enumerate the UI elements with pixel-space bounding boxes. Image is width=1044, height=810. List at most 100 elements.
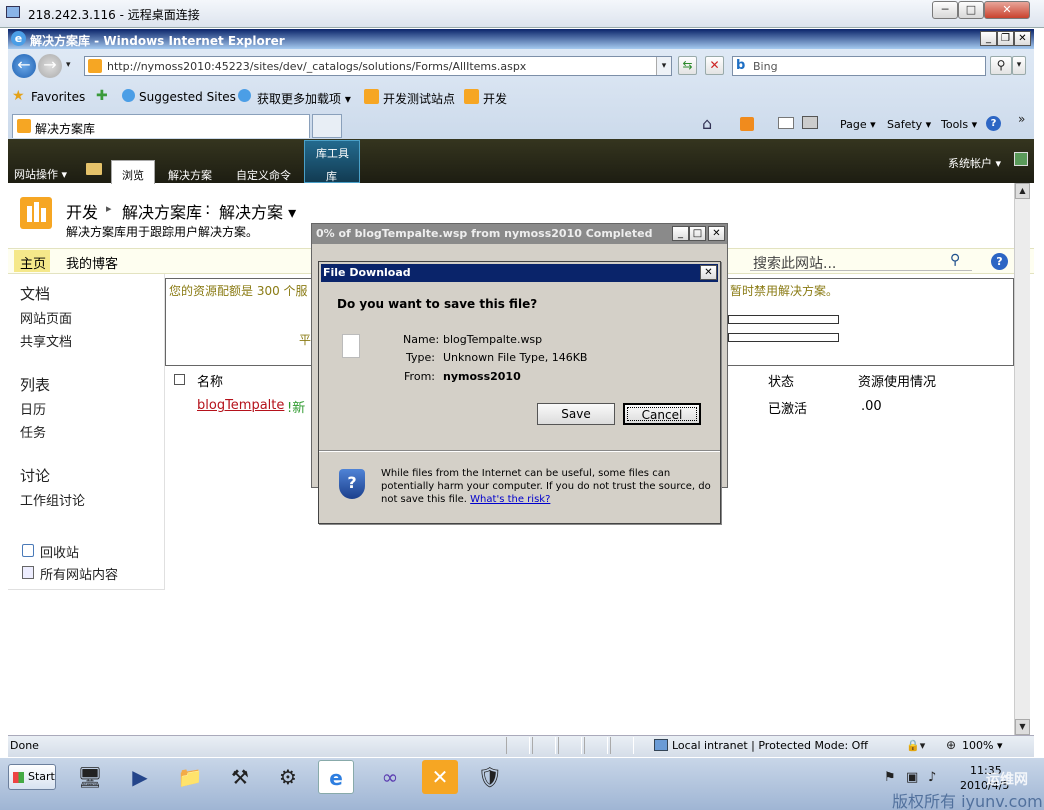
left-calendar[interactable]: 日历 [20,399,46,418]
back-button[interactable]: ← [12,54,36,78]
tools-menu[interactable]: Tools ▾ [941,118,977,131]
fav-get-addons[interactable]: 获取更多加载项 ▾ [257,90,351,107]
help-icon[interactable]: ? [986,116,1001,131]
view-selector[interactable]: 解决方案 ▾ [219,199,296,223]
chevron-more-icon[interactable]: » [1018,112,1025,126]
forward-button[interactable]: → [38,54,62,78]
safety-menu[interactable]: Safety ▾ [887,118,931,131]
status-seg-3 [558,737,582,754]
visual-studio-icon[interactable]: ∞ [372,760,408,794]
col-status[interactable]: 状态 [768,371,794,390]
sp-search-icon[interactable]: ⚲ [950,252,960,268]
left-discussions-head[interactable]: 讨论 [20,465,50,486]
explorer-folder-icon[interactable]: 📁 [172,760,208,794]
progress-maximize-button[interactable]: □ [689,226,706,241]
server-manager-icon[interactable]: 🖥 [72,760,108,794]
tab-solutions[interactable]: 解决方案 [168,167,212,183]
services-gear-icon[interactable]: ⚙ [270,760,306,794]
status-zoom[interactable]: 100% ▾ [962,739,1002,752]
feeds-icon[interactable] [740,117,754,131]
whats-the-risk-link[interactable]: What's the risk? [470,494,550,505]
rdp-minimize-button[interactable]: ─ [932,1,958,19]
status-done: Done [10,739,39,752]
row-solution-link[interactable]: blogTempalte [197,398,284,413]
breadcrumb-library[interactable]: 解决方案库 [122,199,202,223]
search-icon[interactable]: ⚲ [990,56,1012,75]
address-bar[interactable]: http://nymoss2010:45223/sites/dev/_catal… [84,56,672,76]
file-dialog-close-button[interactable]: ✕ [700,265,717,280]
left-site-pages[interactable]: 网站页面 [20,308,72,327]
progress-close-button[interactable]: ✕ [708,226,725,241]
ie-close-button[interactable]: ✕ [1014,31,1031,46]
tray-flag-icon[interactable]: ⚑ [884,770,896,785]
rdp-close-button[interactable]: ✕ [984,1,1030,19]
col-usage[interactable]: 资源使用情况 [858,371,936,390]
stop-button[interactable]: ✕ [705,56,724,75]
scroll-up-button[interactable]: ▲ [1015,183,1030,199]
topnav-home[interactable]: 主页 [14,250,50,272]
status-zone[interactable]: Local intranet | Protected Mode: Off [672,739,868,752]
vertical-scrollbar[interactable]: ▲ ▼ [1014,183,1030,735]
powershell-icon[interactable]: ▶ [122,760,158,794]
scroll-down-button[interactable]: ▼ [1015,719,1030,735]
ie-taskbar-icon[interactable]: e [318,760,354,794]
left-team-discussion[interactable]: 工作组讨论 [20,490,85,509]
favorites-button[interactable]: Favorites [31,90,85,104]
home-icon[interactable]: ⌂ [702,114,712,133]
left-lists-head[interactable]: 列表 [20,374,50,395]
quota-bar-1 [728,315,839,324]
tab-browse-label: 浏览 [122,169,144,182]
tray-network-icon[interactable]: ▣ [906,770,918,785]
read-mail-icon[interactable] [778,117,794,129]
library-tools-group: 库工具 库 [304,140,360,183]
tray-speaker-icon[interactable]: ♪ [928,770,936,785]
select-all-checkbox[interactable] [174,374,185,385]
col-name[interactable]: 名称 [197,371,223,390]
search-bar[interactable]: b Bing [732,56,986,76]
refresh-button[interactable]: ⇆ [678,56,697,75]
sp-search-box[interactable]: 搜索此网站... ⚲ [750,251,972,272]
cancel-button[interactable]: Cancel [623,403,701,425]
add-favorites-icon[interactable]: ✚ [96,88,108,104]
watermark-line: 版权所有 iyunv.com [892,792,1043,810]
tab-library[interactable]: 库 [326,168,337,184]
left-shared-docs[interactable]: 共享文档 [20,331,72,350]
fav-dev-test-site[interactable]: 开发测试站点 [383,90,455,107]
tab-browse[interactable]: 浏览 [111,160,155,184]
status-seg-4 [584,737,608,754]
left-all-site-content[interactable]: 所有网站内容 [40,564,118,583]
fav-suggested-sites[interactable]: Suggested Sites ▾ [139,90,246,104]
quota-bar-2 [728,333,839,342]
left-recycle-bin[interactable]: 回收站 [40,542,79,561]
nav-dropdown-icon[interactable]: ▾ [66,60,71,70]
sp-central-admin-icon[interactable]: 🛡 [472,760,508,794]
sp-help-icon[interactable]: ? [991,253,1008,270]
search-options-icon[interactable]: ▾ [1012,56,1026,75]
tab-favicon-icon [17,119,31,133]
print-icon[interactable] [802,116,818,129]
address-dropdown-icon[interactable]: ▾ [656,57,671,75]
navigate-up-icon[interactable] [86,163,102,175]
left-tasks[interactable]: 任务 [20,422,46,441]
save-button[interactable]: Save [537,403,615,425]
ie-tab[interactable]: 解决方案库 [12,114,310,138]
ie-minimize-button[interactable]: _ [980,31,997,46]
protected-mode-icon[interactable]: 🔒▾ [906,739,925,752]
quota-text: 您的资源配额是 300 个服 [169,284,308,298]
rdp-maximize-button[interactable]: □ [958,1,984,19]
user-menu[interactable]: 系统帐户 ▾ [948,155,1001,171]
start-button[interactable]: Start [8,764,56,790]
left-docs-head[interactable]: 文档 [20,283,50,304]
progress-minimize-button[interactable]: _ [672,226,689,241]
site-actions-menu[interactable]: 网站操作 ▾ [14,166,67,182]
fav-dev[interactable]: 开发 [483,90,507,107]
page-menu[interactable]: Page ▾ [840,118,876,131]
sp-designer-icon[interactable]: ✕ [422,760,458,794]
topnav-my-blog[interactable]: 我的博客 [66,253,118,272]
tab-custom-commands[interactable]: 自定义命令 [236,167,291,183]
breadcrumb-root[interactable]: 开发 [66,199,98,223]
tools-icon[interactable]: ⚒ [222,760,258,794]
ie-window-title: 解决方案库 - Windows Internet Explorer [30,34,285,48]
new-tab-button[interactable] [312,114,342,138]
ie-maximize-button[interactable]: ❐ [997,31,1014,46]
